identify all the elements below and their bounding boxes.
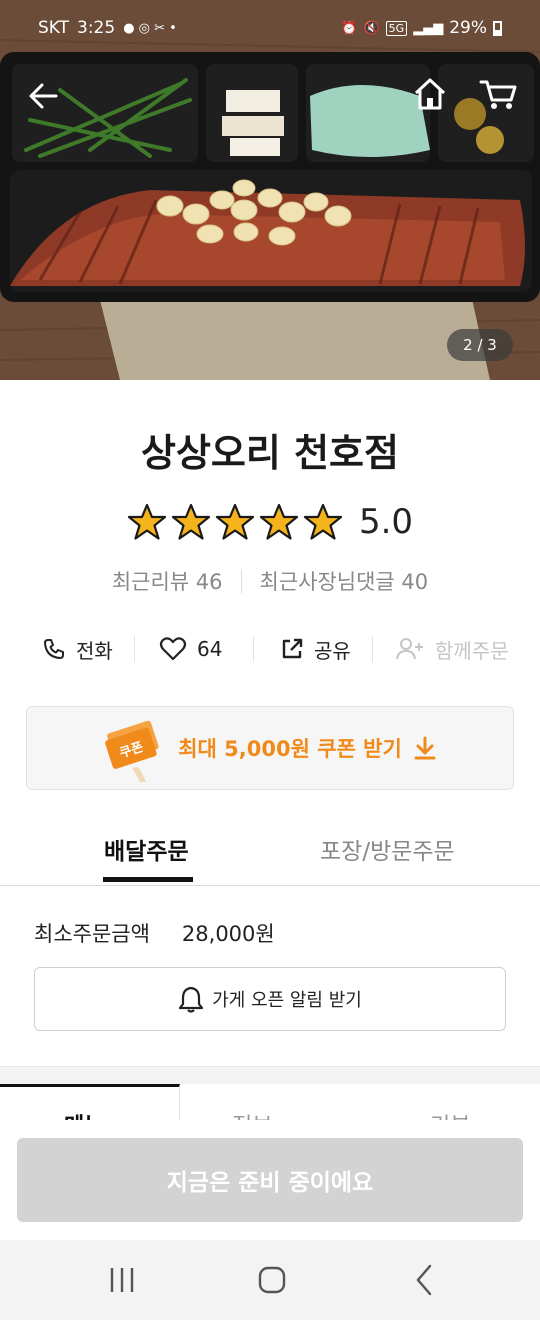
content-tabs: 메뉴 정보 리뷰 <box>0 1084 540 1124</box>
min-order-info: 최소주문금액 28,000원 <box>34 918 275 948</box>
star-icon <box>303 503 343 540</box>
system-navigation-bar <box>0 1240 540 1320</box>
mute-icon: 🔇 <box>363 20 380 36</box>
owner-replies-link[interactable]: 최근사장님댓글 40 <box>260 566 429 596</box>
home-button-icon[interactable] <box>254 1262 290 1298</box>
group-order-label: 함께주문 <box>435 638 509 663</box>
store-actions: 전화 64 공유 함께주문 <box>26 628 516 670</box>
carrier-label: SKT <box>38 18 70 38</box>
tab-pickup[interactable]: 포장/방문주문 <box>320 832 455 866</box>
store-photo-carousel[interactable]: SKT 3:25 ● ◎ ✂ • ⏰ 🔇 5G ▂▄▆ 29% 2 / 3 <box>0 0 540 380</box>
recent-reviews-link[interactable]: 최근리뷰 46 <box>112 566 223 596</box>
bell-icon <box>179 986 204 1013</box>
store-title: 상상오리 천호점 <box>141 431 399 475</box>
carousel-page-indicator: 2 / 3 <box>447 329 513 361</box>
share-label: 공유 <box>314 638 351 663</box>
battery-icon <box>493 20 502 36</box>
star-icon <box>127 503 167 540</box>
review-summary[interactable]: 최근리뷰 46 최근사장님댓글 40 <box>0 566 540 596</box>
bottom-action-panel: 지금은 준비 중이에요 <box>0 1120 540 1240</box>
recent-apps-icon[interactable] <box>104 1262 140 1298</box>
tab-delivery[interactable]: 배달주문 <box>104 832 189 866</box>
food-photo <box>0 0 540 380</box>
group-order-button[interactable]: 함께주문 <box>373 628 513 670</box>
coupon-download-button[interactable]: 쿠폰 최대 5,000원 쿠폰 받기 <box>26 706 514 790</box>
network-badge: 5G <box>385 20 408 36</box>
star-icon <box>171 503 211 540</box>
download-arrow-icon <box>414 736 436 760</box>
min-order-label: 최소주문금액 <box>34 922 150 946</box>
section-divider <box>0 1066 540 1084</box>
home-icon[interactable] <box>412 76 448 112</box>
phone-icon <box>44 639 64 659</box>
signal-icon: ▂▄▆ <box>413 20 444 36</box>
open-notification-label: 가게 오픈 알림 받기 <box>212 990 362 1011</box>
clock: 3:25 <box>77 18 116 38</box>
notification-icons: ● ◎ ✂ • <box>123 20 177 36</box>
status-bar: SKT 3:25 ● ◎ ✂ • ⏰ 🔇 5G ▂▄▆ 29% <box>0 0 540 56</box>
rating-value: 5.0 <box>358 502 414 542</box>
star-icon <box>259 503 299 540</box>
heart-icon <box>159 637 187 661</box>
back-arrow-icon[interactable] <box>26 78 62 114</box>
alarm-icon: ⏰ <box>341 20 358 36</box>
share-button[interactable]: 공유 <box>254 628 372 670</box>
divider <box>240 569 242 593</box>
call-label: 전화 <box>76 638 113 663</box>
preparing-button[interactable]: 지금은 준비 중이에요 <box>17 1138 523 1222</box>
like-button[interactable]: 64 <box>135 628 253 670</box>
order-type-tabs: 배달주문 포장/방문주문 <box>0 826 540 886</box>
rating-row[interactable]: 5.0 <box>0 500 540 544</box>
min-order-value: 28,000원 <box>181 922 275 946</box>
cart-icon[interactable] <box>478 76 518 112</box>
open-notification-button[interactable]: 가게 오픈 알림 받기 <box>34 967 506 1031</box>
battery-percent: 29% <box>449 18 487 38</box>
call-button[interactable]: 전화 <box>26 628 134 670</box>
active-tab-indicator <box>103 877 193 882</box>
star-icon <box>215 503 255 540</box>
coupon-label: 최대 5,000원 쿠폰 받기 <box>178 737 402 761</box>
add-person-icon <box>396 638 423 660</box>
like-count: 64 <box>197 637 223 661</box>
share-icon <box>282 638 303 659</box>
coupon-ticket-icon: 쿠폰 <box>105 720 159 782</box>
back-button-icon[interactable] <box>406 1262 442 1298</box>
